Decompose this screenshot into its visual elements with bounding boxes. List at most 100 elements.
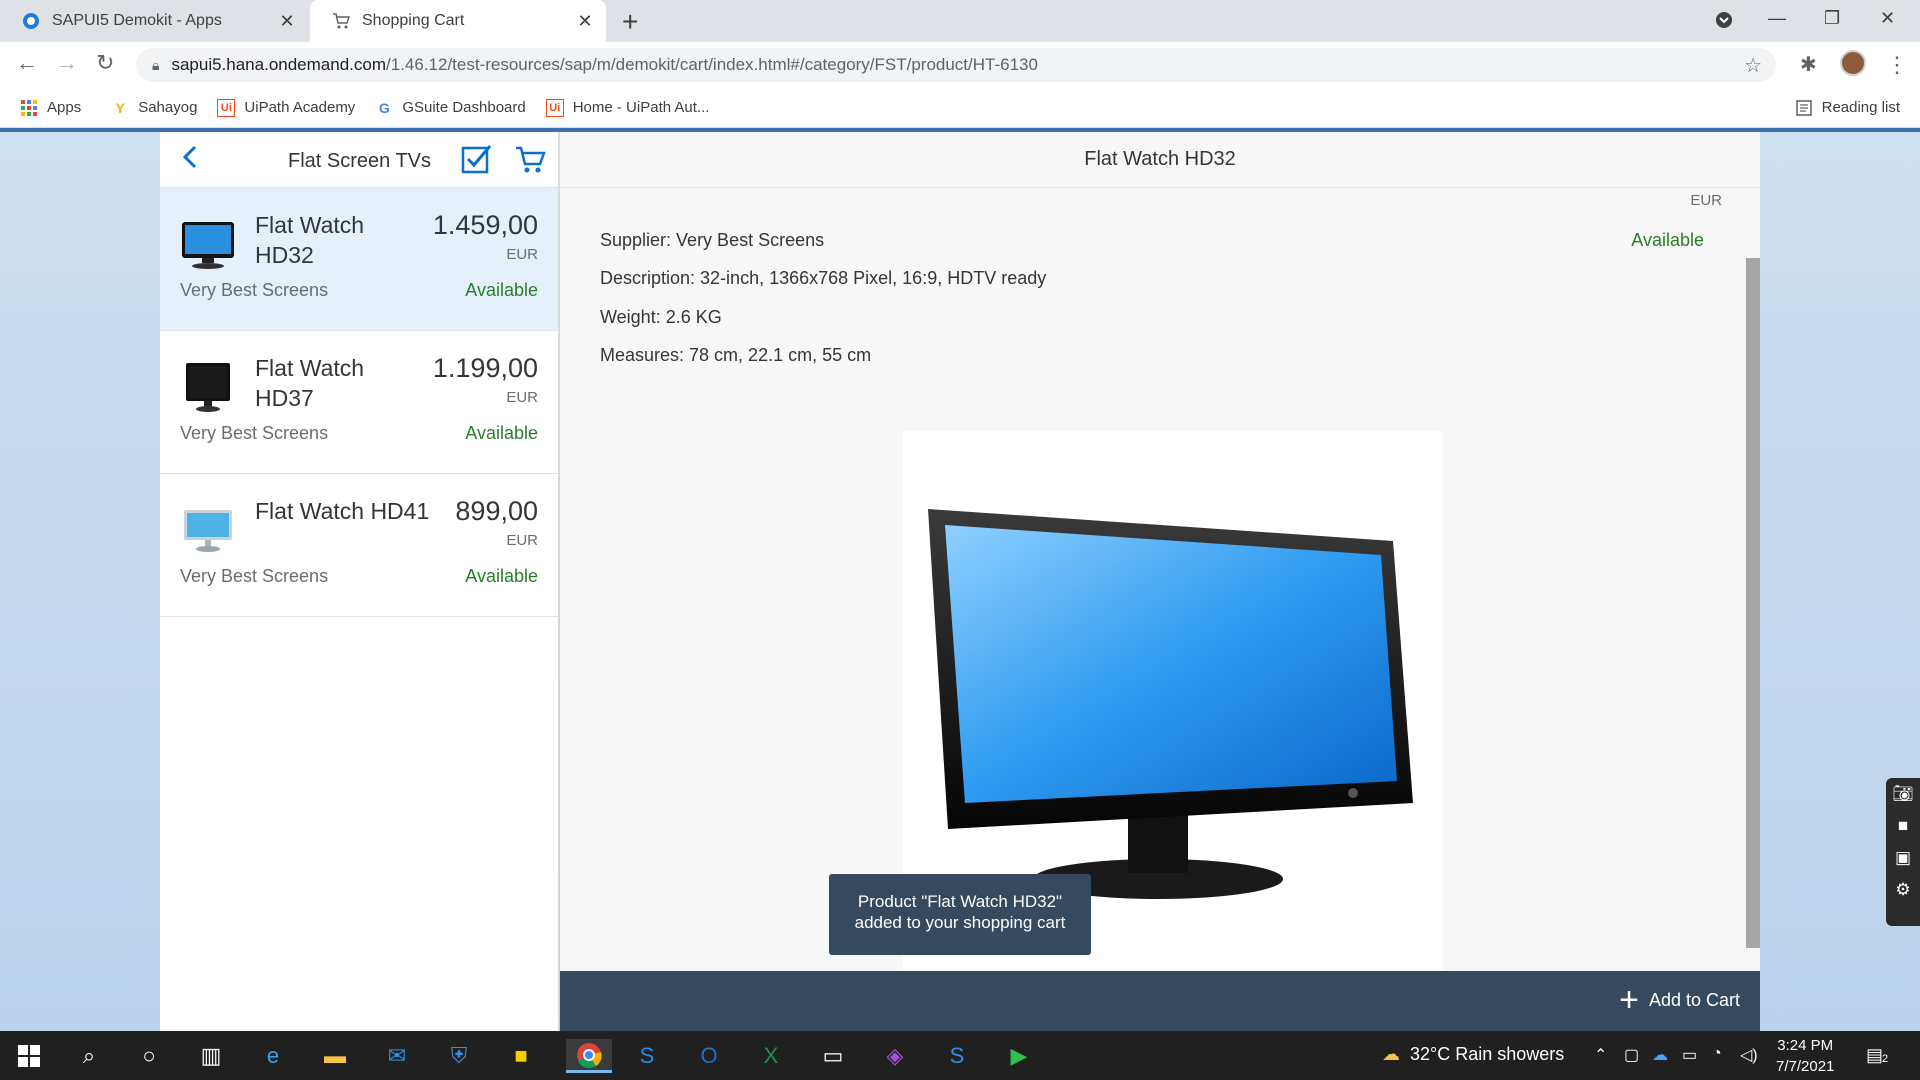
- list-item[interactable]: Flat Watch HD41 899,00 EUR Very Best Scr…: [160, 474, 558, 617]
- onedrive-icon[interactable]: ☁: [1652, 1045, 1668, 1065]
- detail-status: Available: [1631, 230, 1704, 250]
- uipath-icon: Ui: [217, 98, 236, 117]
- app-icon[interactable]: ◈: [878, 1039, 912, 1073]
- browser-toolbar: ← → ↻ 🔒︎ sapui5.hana.ondemand.com/1.46.1…: [0, 42, 1920, 88]
- product-supplier: Very Best Screens: [180, 423, 329, 443]
- skype-icon[interactable]: S: [630, 1039, 664, 1073]
- wifi-icon[interactable]: ◔: [1712, 1045, 1722, 1063]
- apps-grid-icon: [20, 99, 38, 117]
- sticky-notes-icon[interactable]: ■: [504, 1039, 538, 1073]
- google-icon: G: [378, 99, 390, 116]
- sapui5-logo-icon: [22, 12, 40, 30]
- toast-line: Product "Flat Watch HD32": [857, 892, 1063, 911]
- reading-list[interactable]: Reading list: [1795, 99, 1900, 117]
- bookmark-apps[interactable]: Apps: [20, 99, 81, 117]
- cart-icon: [332, 12, 350, 30]
- app-icon[interactable]: ▶: [1002, 1039, 1036, 1073]
- bookmark-star-icon[interactable]: ☆: [1744, 53, 1762, 78]
- bookmark-label: Sahayog: [138, 99, 198, 116]
- app-icon[interactable]: S: [940, 1039, 974, 1073]
- avatar[interactable]: [1840, 50, 1866, 76]
- file-explorer-icon[interactable]: ▬: [318, 1039, 352, 1073]
- bookmark-label: GSuite Dashboard: [402, 99, 526, 116]
- status-badge: Available: [465, 423, 538, 443]
- close-tab-icon[interactable]: ✕: [572, 11, 598, 32]
- back-icon[interactable]: ←: [16, 50, 38, 76]
- weather-widget[interactable]: ☁ 32°C Rain showers: [1382, 1044, 1564, 1065]
- camera-icon[interactable]: 📷︎: [1886, 778, 1920, 810]
- back-nav-icon[interactable]: [180, 142, 200, 180]
- tab-title: SAPUI5 Demokit - Apps: [52, 12, 222, 29]
- page-title: Flat Watch HD32: [1084, 148, 1236, 170]
- clock[interactable]: 3:24 PM 7/7/2021: [1776, 1035, 1834, 1077]
- tab-title: Shopping Cart: [362, 12, 465, 29]
- list-item[interactable]: Flat Watch HD32 1.459,00 EUR Very Best S…: [160, 188, 558, 331]
- url-host: sapui5.hana.ondemand.com: [171, 55, 386, 74]
- list-item[interactable]: Flat Watch HD37 1.199,00 EUR Very Best S…: [160, 331, 558, 474]
- checklist-icon[interactable]: [460, 144, 492, 176]
- forward-icon[interactable]: →: [56, 50, 78, 76]
- product-name: Flat Watch HD41: [255, 498, 430, 524]
- maximize-icon[interactable]: ❐: [1824, 8, 1840, 29]
- product-price: 1.459,00: [432, 210, 538, 240]
- volume-icon[interactable]: ◁): [1740, 1045, 1758, 1065]
- plus-icon: +: [1619, 981, 1639, 1019]
- detail-currency: EUR: [1690, 192, 1722, 209]
- close-window-icon[interactable]: ✕: [1880, 8, 1895, 29]
- address-bar[interactable]: 🔒︎ sapui5.hana.ondemand.com/1.46.12/test…: [136, 48, 1776, 82]
- detail-measures: Measures: 78 cm, 22.1 cm, 55 cm: [600, 345, 872, 365]
- task-view-icon[interactable]: ▥: [194, 1039, 228, 1073]
- detail-description: Description: 32-inch, 1366x768 Pixel, 16…: [600, 268, 1047, 288]
- detail-footer: + Add to Cart: [560, 971, 1760, 1031]
- master-header: Flat Screen TVs: [160, 132, 558, 188]
- windows-start-icon[interactable]: [12, 1039, 46, 1073]
- tab-search-icon[interactable]: [1714, 8, 1734, 33]
- bookmark-uipath-academy[interactable]: Ui UiPath Academy: [217, 98, 355, 117]
- excel-icon[interactable]: X: [754, 1039, 788, 1073]
- product-supplier: Very Best Screens: [180, 566, 329, 586]
- product-currency: EUR: [506, 532, 538, 549]
- bookmark-gsuite[interactable]: G GSuite Dashboard: [375, 99, 526, 117]
- product-thumbnail: [180, 359, 236, 415]
- tab-shopping-cart[interactable]: Shopping Cart ✕: [310, 0, 606, 42]
- meet-icon[interactable]: ▢: [1624, 1045, 1639, 1065]
- bookmark-uipath-home[interactable]: Ui Home - UiPath Aut...: [545, 98, 709, 117]
- bookmarks-bar: Apps Y Sahayog Ui UiPath Academy G GSuit…: [0, 88, 1920, 128]
- video-icon[interactable]: ■: [1886, 810, 1920, 842]
- settings-icon[interactable]: ⚙: [1886, 874, 1920, 906]
- toast-message: Product "Flat Watch HD32" added to your …: [829, 874, 1091, 955]
- battery-icon[interactable]: ▭: [1682, 1045, 1697, 1065]
- outlook-icon[interactable]: O: [692, 1039, 726, 1073]
- product-price: 899,00: [455, 496, 538, 526]
- reload-icon[interactable]: ↻: [96, 50, 114, 76]
- terminal-icon[interactable]: ▭: [816, 1039, 850, 1073]
- cart-icon[interactable]: [514, 144, 546, 176]
- gallery-icon[interactable]: ▣: [1886, 842, 1920, 874]
- edge-icon[interactable]: e: [256, 1039, 290, 1073]
- cortana-icon[interactable]: ○: [132, 1039, 166, 1073]
- toast-line: added to your shopping cart: [854, 913, 1066, 932]
- new-tab-icon[interactable]: +: [622, 6, 638, 38]
- detail-header: Flat Watch HD32: [560, 132, 1760, 188]
- bookmark-label: Apps: [47, 99, 82, 116]
- bookmark-sahayog[interactable]: Y Sahayog: [111, 99, 198, 117]
- chevron-up-icon[interactable]: ⌃: [1594, 1045, 1607, 1065]
- screen-capture-widget: 📷︎ ■ ▣ ⚙: [1886, 778, 1920, 926]
- extensions-icon[interactable]: ✱: [1800, 52, 1817, 77]
- mail-icon[interactable]: ✉: [380, 1039, 414, 1073]
- search-icon[interactable]: ⌕: [72, 1039, 106, 1073]
- security-icon[interactable]: ⛨: [442, 1039, 476, 1073]
- tab-strip: SAPUI5 Demokit - Apps ✕ Shopping Cart ✕ …: [0, 0, 1920, 42]
- lock-icon: 🔒︎: [152, 56, 160, 73]
- detail-scrollbar[interactable]: [1746, 258, 1760, 948]
- uipath-icon: Ui: [545, 98, 564, 117]
- notifications-icon[interactable]: ▤: [1866, 1045, 1883, 1066]
- tab-sapui5-demokit[interactable]: SAPUI5 Demokit - Apps ✕: [0, 0, 308, 42]
- add-to-cart-button[interactable]: + Add to Cart: [1619, 981, 1740, 1019]
- chrome-icon[interactable]: [566, 1039, 612, 1073]
- close-tab-icon[interactable]: ✕: [274, 11, 300, 32]
- status-badge: Available: [465, 566, 538, 586]
- menu-icon[interactable]: ⋮: [1886, 52, 1908, 78]
- minimize-icon[interactable]: —: [1768, 8, 1786, 29]
- add-to-cart-label: Add to Cart: [1648, 989, 1740, 1010]
